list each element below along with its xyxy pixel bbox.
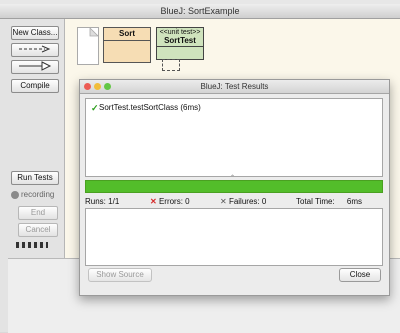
zoom-window-icon[interactable] [104, 83, 111, 90]
end-button[interactable]: End [18, 206, 58, 220]
close-window-icon[interactable] [84, 83, 91, 90]
dependency-arrow-button[interactable] [11, 43, 59, 57]
cancel-button[interactable]: Cancel [18, 223, 58, 237]
sort-class-name: Sort [104, 28, 150, 41]
window-title-bar: BlueJ: SortExample [0, 4, 400, 19]
gray-x-icon: ✕ [220, 197, 227, 206]
dialog-title-bar: BlueJ: Test Results [80, 80, 389, 94]
inheritance-arrow-button[interactable] [11, 60, 59, 74]
errors-stat: ✕ Errors: 0 [150, 197, 190, 206]
minimize-window-icon[interactable] [94, 83, 101, 90]
close-button[interactable]: Close [339, 268, 381, 282]
test-class-header: <<unit test>> SortTest [157, 28, 203, 47]
failures-stat: ✕ Failures: 0 [220, 197, 266, 206]
run-tests-button[interactable]: Run Tests [11, 171, 59, 185]
window-title: BlueJ: SortExample [160, 6, 240, 16]
errors-label: Errors: [158, 197, 183, 206]
record-dot-icon [11, 191, 19, 199]
show-source-button[interactable]: Show Source [88, 268, 152, 282]
sorttest-class-box[interactable]: <<unit test>> SortTest [156, 27, 204, 60]
errors-value: 0 [185, 197, 190, 206]
test-progress-bar [85, 180, 383, 193]
runs-stat: Runs: 1/1 [85, 197, 119, 206]
red-x-icon: ✕ [150, 197, 157, 206]
new-class-button[interactable]: New Class... [11, 26, 59, 40]
time-value: 6ms [346, 197, 363, 206]
time-label: Total Time: [296, 197, 335, 206]
dashed-arrow-icon [19, 45, 51, 53]
runs-value: 1/1 [108, 197, 120, 206]
failures-label: Failures: [228, 197, 260, 206]
document-icon [89, 27, 99, 37]
recording-label: recording [21, 190, 55, 199]
dependency-dashed-box [162, 59, 180, 71]
total-time-stat: Total Time: 6ms [296, 197, 362, 206]
solid-arrow-icon [19, 61, 52, 71]
dialog-title: BlueJ: Test Results [200, 82, 269, 91]
test-result-list[interactable]: ✓ SortTest.testSortClass (6ms) [85, 98, 383, 177]
test-class-name: SortTest [164, 36, 196, 45]
green-check-icon: ✓ [91, 103, 99, 113]
sort-class-box[interactable]: Sort [103, 27, 151, 63]
failures-value: 0 [261, 197, 267, 206]
compile-button[interactable]: Compile [11, 79, 59, 93]
test-result-item[interactable]: SortTest.testSortClass (6ms) [99, 103, 201, 112]
failure-details-area[interactable] [85, 208, 383, 266]
readme-note[interactable] [77, 27, 99, 65]
runs-label: Runs: [85, 197, 106, 206]
test-results-dialog: BlueJ: Test Results ✓ SortTest.testSortC… [79, 79, 390, 296]
activity-indicator [16, 242, 48, 248]
